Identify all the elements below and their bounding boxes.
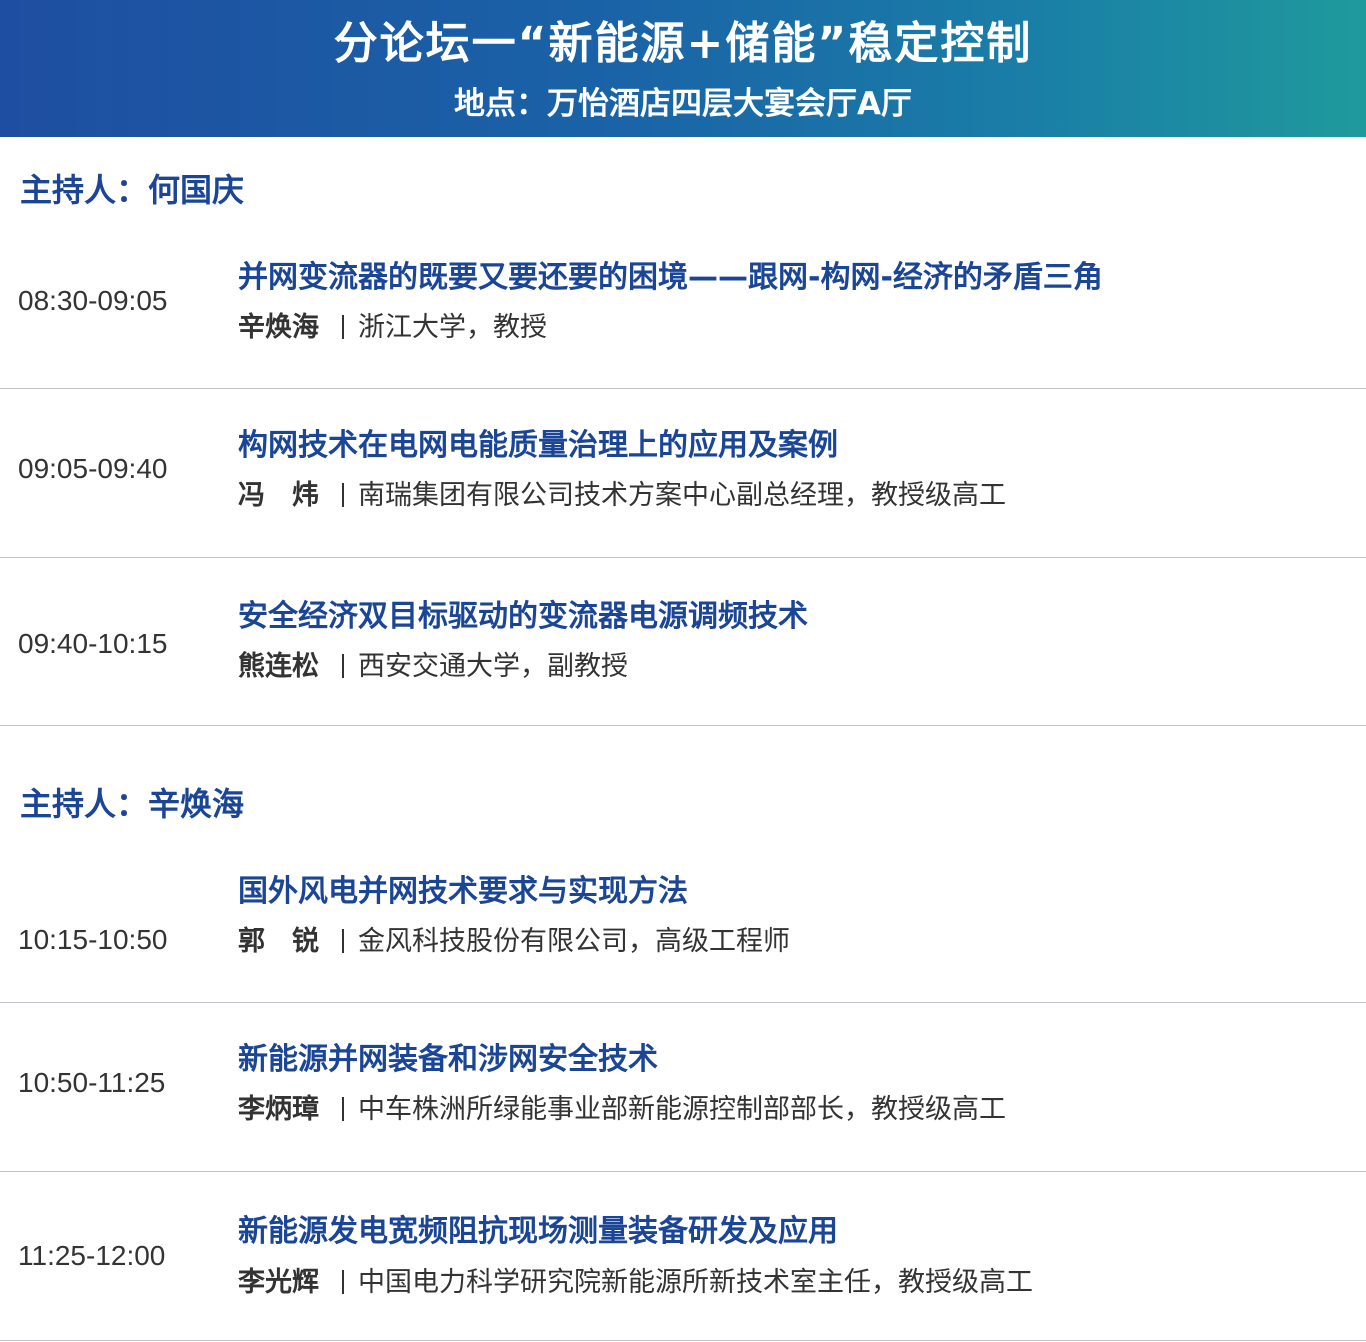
speaker-line: 冯 炜 南瑞集团有限公司技术方案中心副总经理，教授级高工: [238, 477, 1006, 515]
time-slot: 09:40-10:15: [18, 628, 168, 659]
separator: [342, 654, 344, 678]
divider: [0, 388, 1366, 389]
speaker-name: 熊连松: [238, 651, 319, 682]
talk-title: 国外风电并网技术要求与实现方法: [238, 874, 688, 909]
divider: [0, 1002, 1366, 1003]
speaker-line: 李炳璋 中车株洲所绿能事业部新能源控制部部长，教授级高工: [238, 1091, 1006, 1129]
speaker-affiliation: 西安交通大学，副教授: [358, 651, 628, 682]
speaker-name: 辛焕海: [238, 312, 319, 343]
time-slot: 10:15-10:50: [18, 924, 168, 955]
divider: [0, 725, 1366, 726]
talk-title: 新能源发电宽频阻抗现场测量装备研发及应用: [238, 1214, 838, 1249]
speaker-affiliation: 浙江大学，教授: [358, 312, 547, 343]
speaker-affiliation: 中车株洲所绿能事业部新能源控制部部长，教授级高工: [358, 1094, 1006, 1125]
host-label: 主持人：辛焕海: [20, 785, 245, 823]
page-header: 分论坛一“新能源+储能”稳定控制 地点：万怡酒店四层大宴会厅A厅: [0, 0, 1366, 137]
speaker-name: 李光辉: [238, 1267, 319, 1298]
talk-title: 并网变流器的既要又要还要的困境——跟网-构网-经济的矛盾三角: [238, 260, 1103, 295]
separator: [342, 315, 344, 339]
separator: [342, 1097, 344, 1121]
time-slot: 08:30-09:05: [18, 285, 168, 316]
speaker-affiliation: 中国电力科学研究院新能源所新技术室主任，教授级高工: [358, 1267, 1033, 1298]
divider: [0, 557, 1366, 558]
separator: [342, 483, 344, 507]
host-label: 主持人：何国庆: [20, 171, 245, 209]
speaker-line: 郭 锐 金风科技股份有限公司，高级工程师: [238, 923, 790, 961]
divider: [0, 1171, 1366, 1172]
talk-title: 安全经济双目标驱动的变流器电源调频技术: [238, 599, 808, 634]
venue-text: 地点：万怡酒店四层大宴会厅A厅: [454, 86, 912, 122]
time-slot: 10:50-11:25: [18, 1067, 166, 1098]
speaker-affiliation: 金风科技股份有限公司，高级工程师: [358, 926, 790, 957]
forum-title: 分论坛一“新能源+储能”稳定控制: [333, 18, 1033, 69]
speaker-line: 李光辉 中国电力科学研究院新能源所新技术室主任，教授级高工: [238, 1264, 1033, 1302]
time-slot: 11:25-12:00: [18, 1240, 166, 1271]
speaker-name: 冯 炜: [238, 480, 319, 511]
separator: [342, 1270, 344, 1294]
speaker-name: 李炳璋: [238, 1094, 319, 1125]
talk-title: 构网技术在电网电能质量治理上的应用及案例: [238, 428, 838, 463]
talk-title: 新能源并网装备和涉网安全技术: [238, 1042, 658, 1077]
divider: [0, 1340, 1366, 1341]
speaker-line: 熊连松 西安交通大学，副教授: [238, 648, 628, 686]
time-slot: 09:05-09:40: [18, 453, 168, 484]
speaker-name: 郭 锐: [238, 926, 319, 957]
speaker-affiliation: 南瑞集团有限公司技术方案中心副总经理，教授级高工: [358, 480, 1006, 511]
speaker-line: 辛焕海 浙江大学，教授: [238, 309, 547, 347]
separator: [342, 929, 344, 953]
